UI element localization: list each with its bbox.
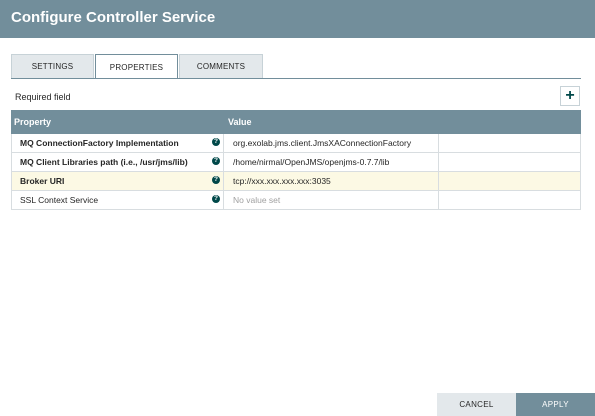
column-header-value[interactable]: Value (228, 117, 252, 127)
help-icon[interactable]: ? (212, 176, 220, 184)
required-field-label: Required field (15, 92, 71, 102)
cell-border (580, 134, 581, 152)
table-row-selected[interactable]: Broker URI ? tcp://xxx.xxx.xxx.xxx:3035 (11, 172, 581, 191)
column-header-property[interactable]: Property (14, 117, 51, 127)
plus-icon: + (565, 87, 575, 104)
cell-border (580, 172, 581, 190)
cancel-button[interactable]: CANCEL (437, 393, 516, 416)
cell-divider (438, 172, 439, 190)
help-icon[interactable]: ? (212, 195, 220, 203)
tab-comments[interactable]: COMMENTS (179, 54, 263, 78)
cell-divider (223, 153, 224, 171)
cell-border (580, 153, 581, 171)
table-row[interactable]: SSL Context Service ? No value set (11, 191, 581, 210)
cell-border (11, 153, 12, 171)
cell-border (11, 172, 12, 190)
dialog-header: Configure Controller Service (0, 0, 595, 38)
properties-table: Property Value MQ ConnectionFactory Impl… (11, 110, 581, 210)
table-row[interactable]: MQ Client Libraries path (i.e., /usr/jms… (11, 153, 581, 172)
cell-border (11, 191, 12, 209)
property-name: SSL Context Service (20, 195, 99, 205)
apply-button[interactable]: APPLY (516, 393, 595, 416)
table-header: Property Value (11, 110, 581, 134)
help-icon[interactable]: ? (212, 157, 220, 165)
property-value-placeholder[interactable]: No value set (233, 195, 280, 205)
property-name: Broker URI (20, 176, 65, 186)
property-value[interactable]: org.exolab.jms.client.JmsXAConnectionFac… (233, 138, 411, 148)
help-icon[interactable]: ? (212, 138, 220, 146)
add-property-button[interactable]: + (560, 86, 580, 106)
tab-settings[interactable]: SETTINGS (11, 54, 94, 78)
cell-divider (438, 153, 439, 171)
cell-divider (438, 134, 439, 152)
cell-divider (223, 191, 224, 209)
tab-properties[interactable]: PROPERTIES (95, 54, 178, 79)
cell-divider (223, 172, 224, 190)
property-name: MQ ConnectionFactory Implementation (20, 138, 179, 148)
property-name: MQ Client Libraries path (i.e., /usr/jms… (20, 157, 188, 167)
table-row[interactable]: MQ ConnectionFactory Implementation ? or… (11, 134, 581, 153)
cell-border (11, 134, 12, 152)
cell-border (580, 191, 581, 209)
property-value[interactable]: tcp://xxx.xxx.xxx.xxx:3035 (233, 176, 331, 186)
property-value[interactable]: /home/nirmal/OpenJMS/openjms-0.7.7/lib (233, 157, 389, 167)
tab-divider (11, 78, 581, 79)
dialog-title: Configure Controller Service (11, 9, 216, 26)
cell-divider (223, 134, 224, 152)
cell-divider (438, 191, 439, 209)
